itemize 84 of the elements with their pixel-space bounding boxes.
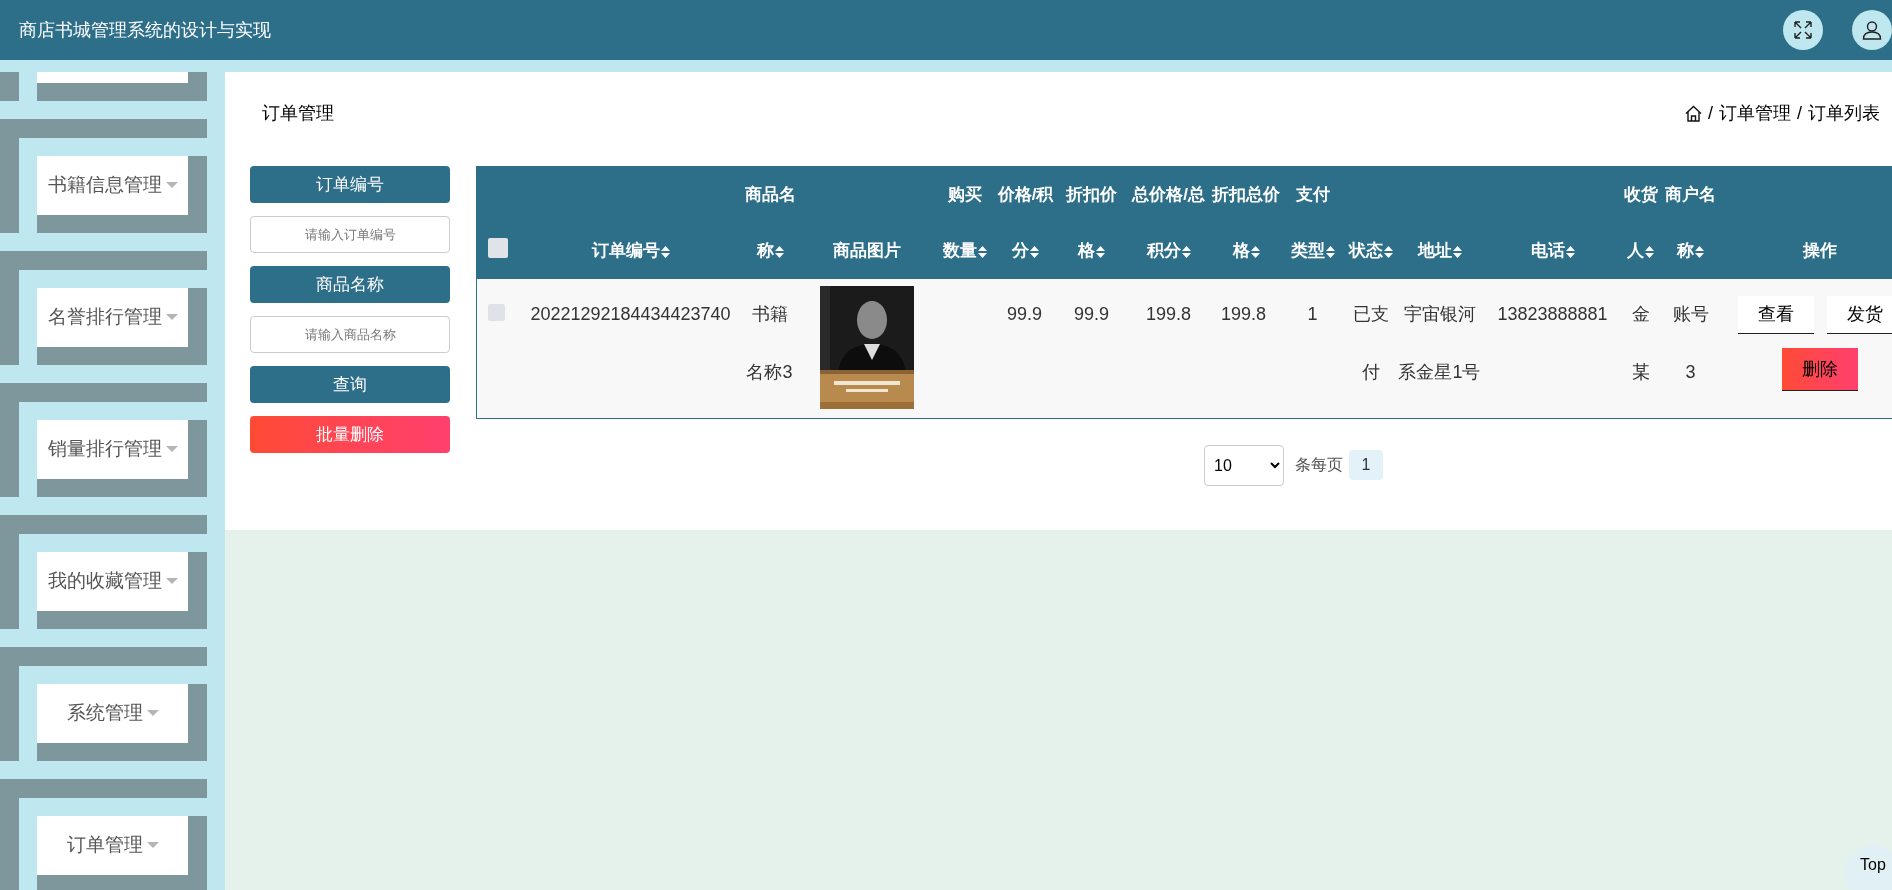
caret-icon: [165, 446, 178, 453]
menu-item[interactable]: 书籍信息管理: [37, 156, 188, 215]
sort-icon[interactable]: [660, 245, 670, 258]
caret-icon: [165, 314, 178, 321]
page-size-select[interactable]: 10: [1204, 444, 1284, 486]
menu-label[interactable]: 书籍信息管理: [47, 171, 162, 200]
menu-item[interactable]: 系统管理: [37, 684, 188, 743]
page-title: 订单管理: [262, 101, 334, 125]
caret-icon: [146, 842, 159, 849]
table-cell-text: 20221292184434423740: [529, 303, 732, 326]
column-header[interactable]: 订单编号: [520, 223, 741, 279]
column-header[interactable]: 商品名称: [740, 167, 801, 279]
table-cell-text: 已支付: [1351, 303, 1390, 384]
column-header[interactable]: 折扣总价格: [1208, 167, 1284, 279]
delete-button[interactable]: 删除: [1782, 348, 1859, 391]
back-to-top-button[interactable]: Top: [1845, 845, 1892, 890]
sort-icon[interactable]: [1325, 245, 1335, 258]
sort-icon[interactable]: [1645, 245, 1654, 258]
table-cell-text: 99.9: [1005, 303, 1043, 326]
page-button[interactable]: 1: [1349, 450, 1383, 480]
menu-label[interactable]: 名誉排行管理: [47, 303, 162, 332]
action-button[interactable]: 查看: [1737, 296, 1814, 334]
column-header[interactable]: 支付类型: [1288, 167, 1337, 279]
table-cell-text: 书籍名称3: [745, 303, 794, 384]
column-header[interactable]: 电话: [1484, 223, 1621, 279]
sort-icon[interactable]: [1030, 245, 1039, 258]
column-header[interactable]: 价格/积分: [994, 167, 1057, 279]
sort-icon[interactable]: [1250, 245, 1260, 258]
sort-icon[interactable]: [1383, 245, 1393, 258]
caret-icon: [165, 578, 178, 585]
column-header: 操作: [1801, 240, 1839, 262]
table-cell-text: 宇宙银河系金星1号: [1397, 303, 1482, 384]
table-cell-text: 金某: [1630, 303, 1651, 384]
row-checkbox[interactable]: [488, 304, 505, 321]
action-button[interactable]: 发货: [1826, 296, 1892, 334]
sort-icon[interactable]: [1565, 245, 1575, 258]
table-cell-text: 13823888881: [1496, 303, 1609, 326]
breadcrumb-item[interactable]: 订单管理: [1719, 99, 1791, 127]
field-label: 订单编号: [250, 166, 450, 203]
menu-label[interactable]: 销量排行管理: [47, 435, 162, 464]
menu-label[interactable]: 我的收藏管理: [47, 567, 162, 596]
sort-icon[interactable]: [1452, 245, 1462, 258]
select-all-checkbox[interactable]: [488, 238, 508, 258]
sort-icon[interactable]: [1096, 245, 1105, 258]
menu-item[interactable]: 订单管理: [37, 816, 188, 875]
home-link[interactable]: [1684, 104, 1702, 122]
column-header[interactable]: 总价格/总积分: [1128, 167, 1209, 279]
menu-item[interactable]: 销量排行管理: [37, 420, 188, 479]
column-header[interactable]: 地址: [1394, 223, 1485, 279]
table-cell-text: 99.9: [1072, 303, 1110, 326]
caret-icon: [165, 182, 178, 189]
breadcrumb-item: 订单列表: [1808, 101, 1880, 125]
sort-icon[interactable]: [775, 245, 784, 258]
column-header: 商品图片: [831, 240, 902, 262]
column-header[interactable]: 购买数量: [940, 167, 989, 279]
column-header[interactable]: 折扣价格: [1061, 167, 1122, 279]
field-label: 商品名称: [250, 266, 450, 303]
user-button[interactable]: [1852, 10, 1892, 50]
home-icon: [1684, 104, 1702, 122]
expand-icon: [1793, 20, 1813, 40]
app-title: 商店书城管理系统的设计与实现: [19, 18, 271, 42]
table-cell-text: 账号3: [1671, 303, 1710, 384]
page-size-label: 条每页: [1295, 455, 1343, 475]
table-cell-text: 199.8: [1144, 303, 1192, 326]
search-field[interactable]: 请输入商品名称: [250, 316, 450, 353]
sort-icon[interactable]: [1695, 245, 1704, 258]
menu-label[interactable]: 订单管理: [66, 831, 143, 860]
search-button[interactable]: 查询: [250, 366, 450, 403]
search-field[interactable]: 请输入订单编号: [250, 216, 450, 253]
fullscreen-button[interactable]: [1783, 10, 1823, 50]
menu-label[interactable]: 系统管理: [66, 699, 143, 728]
table-cell-text: 199.8: [1219, 303, 1267, 326]
breadcrumb-separator: /: [1797, 101, 1802, 125]
table-cell-text: 1: [1306, 303, 1319, 326]
user-icon: [1862, 20, 1882, 40]
column-header[interactable]: 收货人: [1620, 167, 1661, 279]
column-header[interactable]: 商户名称: [1660, 167, 1721, 279]
sort-icon[interactable]: [1181, 245, 1191, 258]
menu-item[interactable]: 我的收藏管理: [37, 552, 188, 611]
column-header[interactable]: 状态: [1346, 223, 1395, 279]
caret-icon: [146, 710, 159, 717]
breadcrumb-separator: /: [1707, 101, 1713, 125]
sort-icon[interactable]: [977, 245, 987, 258]
menu-item[interactable]: 名誉排行管理: [37, 288, 188, 347]
